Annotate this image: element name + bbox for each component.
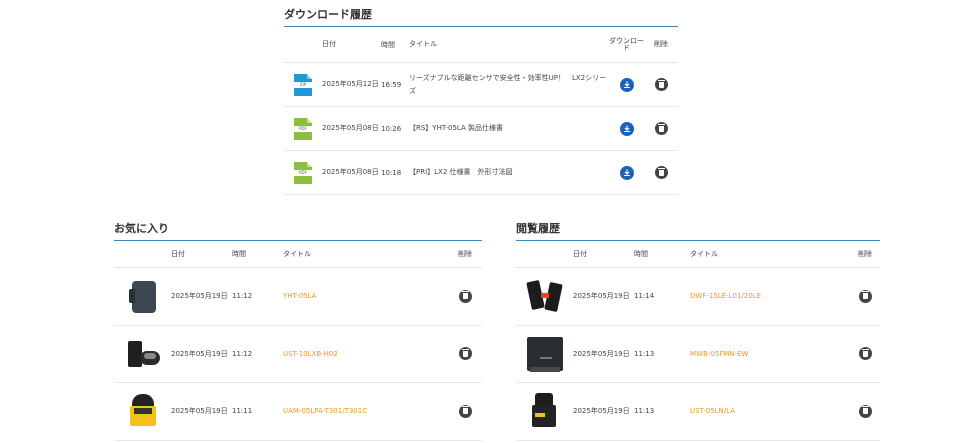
product-image[interactable] xyxy=(526,335,564,373)
row-title[interactable]: 【PRI】LX2 仕様書 外形寸法図 xyxy=(409,166,609,179)
row-time: 16:59 xyxy=(381,80,402,89)
download-icon[interactable] xyxy=(619,77,634,92)
viewed-history-title: 閲覧履歴 xyxy=(516,220,880,241)
row-time: 11:14 xyxy=(634,292,655,301)
row-time: 11:11 xyxy=(232,407,253,416)
favorites-table-header: 日付 時間 タイトル 削除 xyxy=(114,241,482,268)
trash-icon[interactable] xyxy=(654,78,668,91)
trash-icon[interactable] xyxy=(654,122,668,135)
row-date: 2025年05月19日 xyxy=(573,349,630,358)
table-row: ZIP 2025年05月12日 16:59 リーズナブルな距離センサで安全性・効… xyxy=(284,63,678,107)
header-time: 時間 xyxy=(232,250,246,258)
table-row: 2025年05月19日 11:12 YHT-05LA xyxy=(114,268,482,326)
table-row: 2025年05月19日 11:14 DWF-15LE-L01/20LE xyxy=(516,268,880,326)
product-link[interactable]: YHT-05LA xyxy=(283,292,450,300)
trash-icon[interactable] xyxy=(654,166,668,179)
product-image[interactable] xyxy=(526,392,564,430)
row-date: 2025年05月19日 xyxy=(573,292,630,301)
zip-file-icon: ZIP xyxy=(292,73,314,96)
download-icon[interactable] xyxy=(619,121,634,136)
table-row: PDF 2025年05月08日 10:18 【PRI】LX2 仕様書 外形寸法図 xyxy=(284,151,678,195)
row-date: 2025年05月12日 xyxy=(322,80,379,88)
table-row: 2025年05月19日 11:13 UST-05LN/LA xyxy=(516,383,880,441)
header-delete: 削除 xyxy=(654,40,668,48)
row-time: 11:12 xyxy=(232,349,253,358)
header-time: 時間 xyxy=(634,250,648,258)
row-time: 11:13 xyxy=(634,407,655,416)
pdf-file-icon: PDF xyxy=(292,161,314,184)
product-image[interactable] xyxy=(124,392,162,430)
table-row: 2025年05月19日 11:11 UAM-05LPA-T301/T301C xyxy=(114,383,482,441)
table-row: 2025年05月19日 11:13 MWB-05FMN-EW xyxy=(516,326,880,383)
product-image[interactable] xyxy=(525,277,564,315)
download-history-section: ダウンロード履歴 日付 時間 タイトル ダウンロード 削除 ZIP 2025年0… xyxy=(284,6,678,195)
product-image[interactable] xyxy=(124,335,162,373)
row-time: 11:13 xyxy=(634,349,655,358)
trash-icon[interactable] xyxy=(858,289,872,303)
product-link[interactable]: UST-05LN/LA xyxy=(690,407,850,415)
header-title: タイトル xyxy=(409,40,437,48)
row-date: 2025年05月19日 xyxy=(171,407,228,416)
trash-icon[interactable] xyxy=(458,347,472,361)
download-icon[interactable] xyxy=(619,165,634,180)
viewed-history-section: 閲覧履歴 日付 時間 タイトル 削除 2025年05月19日 11:14 DWF… xyxy=(516,220,880,441)
trash-icon[interactable] xyxy=(858,404,872,418)
header-title: タイトル xyxy=(690,250,718,258)
product-link[interactable]: UAM-05LPA-T301/T301C xyxy=(283,407,450,415)
favorites-title: お気に入り xyxy=(114,220,482,241)
viewed-table-header: 日付 時間 タイトル 削除 xyxy=(516,241,880,268)
table-row: PDF 2025年05月08日 10:26 【RS】YHT-05LA 製品仕様書 xyxy=(284,107,678,151)
header-date: 日付 xyxy=(573,250,587,258)
row-time: 10:18 xyxy=(381,168,402,177)
header-delete: 削除 xyxy=(458,250,472,258)
row-date: 2025年05月08日 xyxy=(322,168,379,176)
trash-icon[interactable] xyxy=(458,289,472,303)
row-date: 2025年05月08日 xyxy=(322,124,379,132)
row-date: 2025年05月19日 xyxy=(171,292,228,301)
download-history-title: ダウンロード履歴 xyxy=(284,6,678,27)
trash-icon[interactable] xyxy=(458,404,472,418)
product-link[interactable]: MWB-05FMN-EW xyxy=(690,350,850,358)
table-row: 2025年05月19日 11:12 UST-10LXB-H02 xyxy=(114,326,482,383)
header-delete: 削除 xyxy=(858,250,872,258)
product-link[interactable]: UST-10LXB-H02 xyxy=(283,350,450,358)
download-table-header: 日付 時間 タイトル ダウンロード 削除 xyxy=(284,27,678,63)
favorites-section: お気に入り 日付 時間 タイトル 削除 2025年05月19日 11:12 YH… xyxy=(114,220,482,441)
row-time: 10:26 xyxy=(381,124,402,133)
trash-icon[interactable] xyxy=(858,347,872,361)
product-image[interactable] xyxy=(124,277,162,315)
product-link[interactable]: DWF-15LE-L01/20LE xyxy=(690,292,850,300)
header-time: 時間 xyxy=(381,40,395,49)
header-date: 日付 xyxy=(171,250,185,258)
row-time: 11:12 xyxy=(232,292,253,301)
pdf-file-icon: PDF xyxy=(292,117,314,140)
header-download: ダウンロード xyxy=(609,36,644,52)
row-date: 2025年05月19日 xyxy=(171,349,228,358)
row-date: 2025年05月19日 xyxy=(573,407,630,416)
header-date: 日付 xyxy=(322,40,336,48)
row-title[interactable]: 【RS】YHT-05LA 製品仕様書 xyxy=(409,122,609,135)
header-title: タイトル xyxy=(283,250,311,258)
row-title[interactable]: リーズナブルな距離センサで安全性・効率性UP！ LX2シリーズ xyxy=(409,72,609,98)
